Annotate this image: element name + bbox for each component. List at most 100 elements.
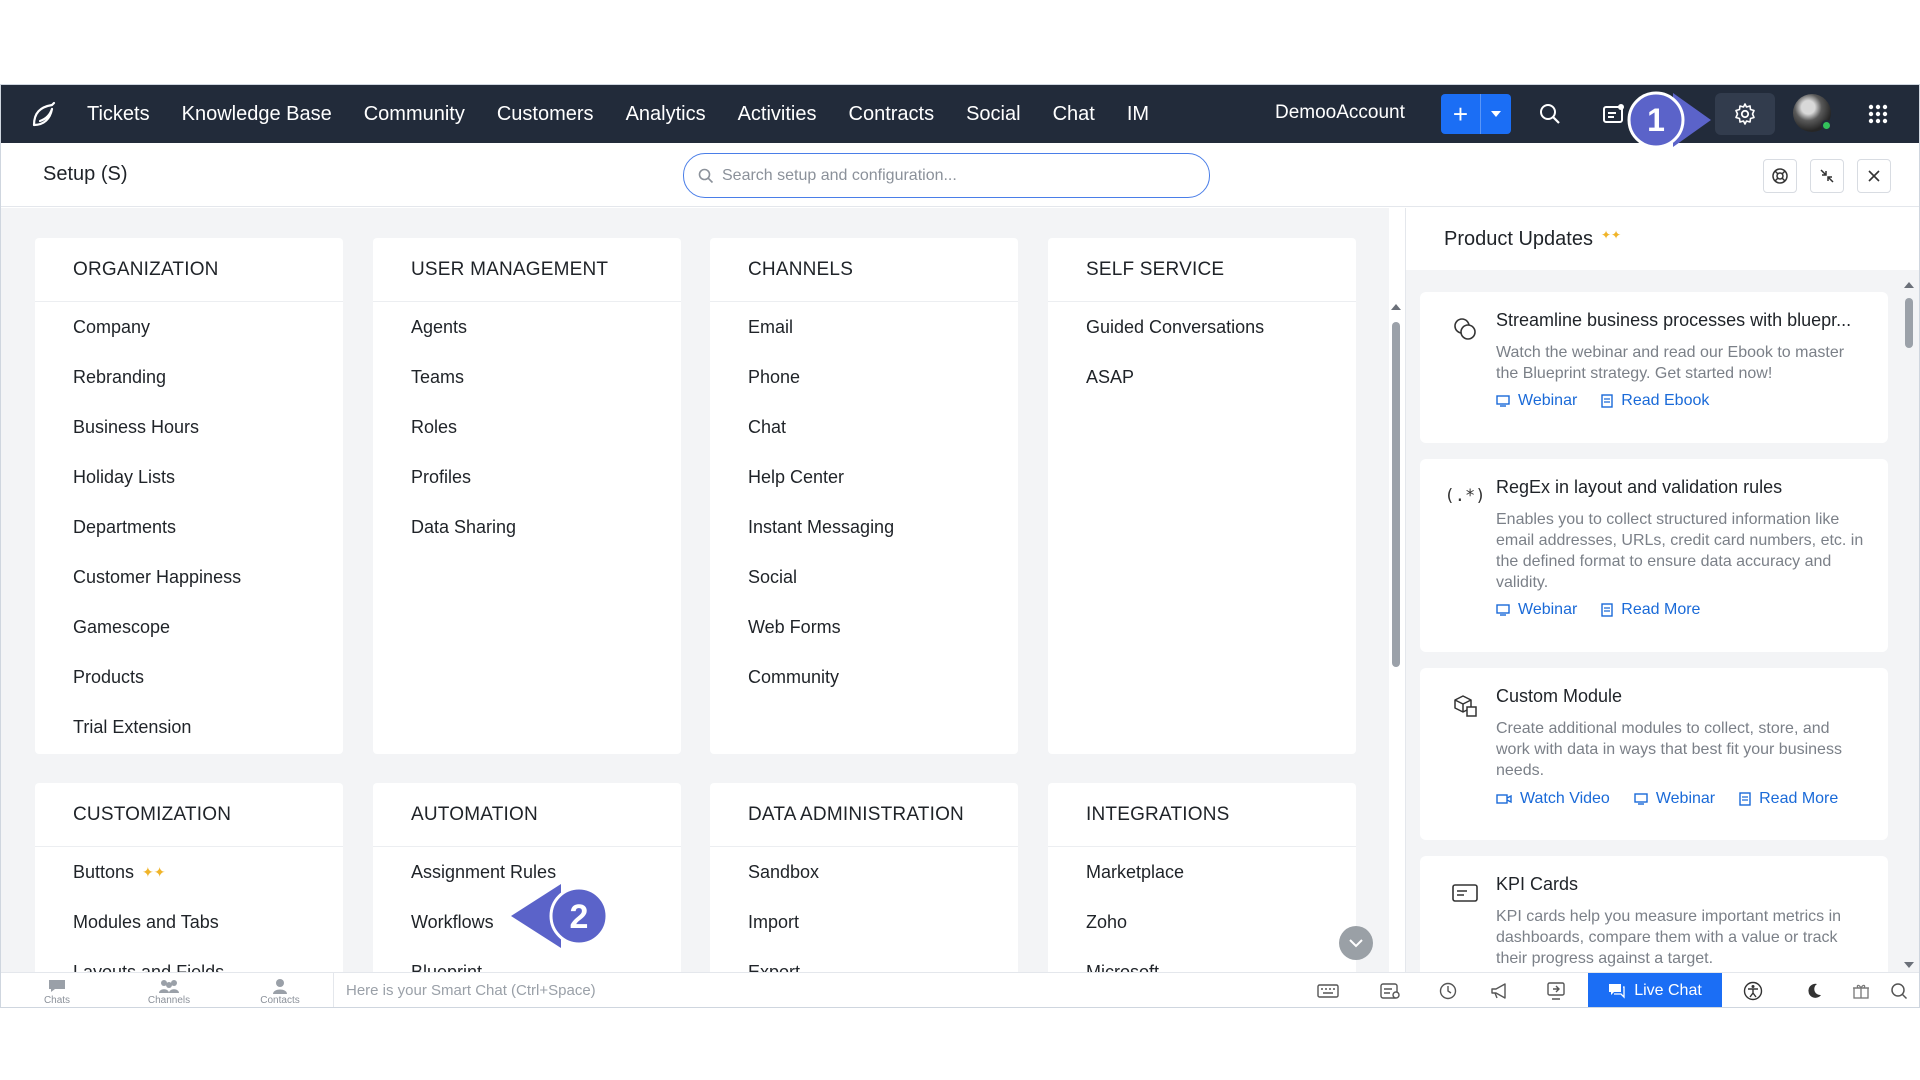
- setup-link-guided-conversations[interactable]: Guided Conversations: [1048, 312, 1356, 362]
- channels-label: Channels: [147, 995, 191, 1006]
- nav-social[interactable]: Social: [966, 103, 1020, 126]
- scroll-up-icon[interactable]: [1389, 302, 1403, 312]
- person-icon: [273, 979, 287, 994]
- section-title: SELF SERVICE: [1048, 238, 1356, 302]
- nav-im[interactable]: IM: [1127, 103, 1149, 126]
- setup-link-teams[interactable]: Teams: [373, 362, 681, 412]
- dark-mode-icon[interactable]: [1803, 981, 1825, 1001]
- setup-link-roles[interactable]: Roles: [373, 412, 681, 462]
- close-button[interactable]: [1857, 159, 1891, 193]
- nav-knowledge-base[interactable]: Knowledge Base: [182, 103, 332, 126]
- setup-link-sandbox[interactable]: Sandbox: [710, 857, 1018, 907]
- webinar-link[interactable]: Webinar: [1634, 790, 1715, 808]
- setup-search-input[interactable]: [722, 166, 1182, 185]
- setup-link-marketplace[interactable]: Marketplace: [1048, 857, 1356, 907]
- page-title: Setup (S): [43, 163, 128, 185]
- gift-icon[interactable]: [1850, 981, 1872, 1001]
- setup-link-buttons[interactable]: Buttons ✦✦: [35, 857, 343, 907]
- update-title: Custom Module: [1496, 686, 1623, 706]
- setup-link-profiles[interactable]: Profiles: [373, 462, 681, 512]
- minimize-button[interactable]: [1810, 159, 1844, 193]
- read-more-link[interactable]: Read More: [1739, 790, 1838, 808]
- setup-link-modules-and-tabs[interactable]: Modules and Tabs: [35, 907, 343, 957]
- clock-icon[interactable]: [1437, 981, 1459, 1001]
- help-button[interactable]: [1763, 159, 1797, 193]
- scroll-down-button[interactable]: [1339, 926, 1373, 960]
- chevron-down-icon: [1349, 938, 1363, 947]
- nav-analytics[interactable]: Analytics: [626, 103, 706, 126]
- update-description: Enables you to collect structured inform…: [1496, 511, 1864, 591]
- chevron-down-icon[interactable]: [1481, 94, 1511, 134]
- app-window: Tickets Knowledge Base Community Custome…: [0, 84, 1920, 1008]
- scroll-up-icon[interactable]: [1902, 280, 1916, 290]
- setup-link-email[interactable]: Email: [710, 312, 1018, 362]
- accessibility-icon[interactable]: [1742, 981, 1764, 1001]
- scrollbar-thumb[interactable]: [1392, 322, 1400, 667]
- setup-link-holiday-lists[interactable]: Holiday Lists: [35, 462, 343, 512]
- update-description: Create additional modules to collect, st…: [1496, 720, 1842, 779]
- setup-link-web-forms[interactable]: Web Forms: [710, 612, 1018, 662]
- setup-link-asap[interactable]: ASAP: [1048, 362, 1356, 412]
- megaphone-icon[interactable]: [1489, 981, 1511, 1001]
- search-icon[interactable]: [1536, 100, 1564, 128]
- nav-customers[interactable]: Customers: [497, 103, 594, 126]
- setup-link-social[interactable]: Social: [710, 562, 1018, 612]
- setup-link-company[interactable]: Company: [35, 312, 343, 362]
- notifications-icon[interactable]: [1600, 100, 1628, 128]
- desk-logo-icon[interactable]: [25, 95, 63, 133]
- link-label: Read More: [1621, 601, 1701, 618]
- update-links: Webinar Read Ebook: [1496, 392, 1709, 410]
- keyboard-icon[interactable]: [1317, 981, 1339, 1001]
- nav-activities[interactable]: Activities: [738, 103, 817, 126]
- webinar-link[interactable]: Webinar: [1496, 601, 1577, 619]
- setup-link-zoho[interactable]: Zoho: [1048, 907, 1356, 957]
- section-title: DATA ADMINISTRATION: [710, 783, 1018, 847]
- search-icon[interactable]: [1888, 981, 1910, 1001]
- chats-button[interactable]: Chats: [27, 977, 87, 1006]
- setup-link-rebranding[interactable]: Rebranding: [35, 362, 343, 412]
- contacts-button[interactable]: Contacts: [250, 977, 310, 1006]
- setup-link-products[interactable]: Products: [35, 662, 343, 712]
- read-more-link[interactable]: Read More: [1601, 601, 1700, 619]
- setup-link-customer-happiness[interactable]: Customer Happiness: [35, 562, 343, 612]
- setup-link-community[interactable]: Community: [710, 662, 1018, 712]
- setup-link-import[interactable]: Import: [710, 907, 1018, 957]
- setup-link-phone[interactable]: Phone: [710, 362, 1018, 412]
- step-1-marker: 1: [1627, 91, 1711, 149]
- read-ebook-link[interactable]: Read Ebook: [1601, 392, 1709, 410]
- channels-button[interactable]: Channels: [139, 977, 199, 1006]
- link-label: Read More: [1759, 790, 1839, 807]
- content-scrollbar[interactable]: [1389, 302, 1403, 1007]
- setup-link-help-center[interactable]: Help Center: [710, 462, 1018, 512]
- scrollbar-thumb[interactable]: [1905, 298, 1913, 348]
- nav-contracts[interactable]: Contracts: [849, 103, 935, 126]
- user-avatar[interactable]: [1793, 94, 1832, 132]
- watch-video-link[interactable]: Watch Video: [1496, 790, 1610, 808]
- smart-chat-input[interactable]: Here is your Smart Chat (Ctrl+Space): [333, 973, 1293, 1007]
- setup-link-gamescope[interactable]: Gamescope: [35, 612, 343, 662]
- scroll-down-icon[interactable]: [1902, 960, 1916, 970]
- account-switcher[interactable]: DemooAccount: [1275, 102, 1405, 124]
- document-icon: [1739, 792, 1751, 806]
- nav-community[interactable]: Community: [364, 103, 465, 126]
- updates-scrollbar[interactable]: [1902, 280, 1916, 970]
- setup-link-instant-messaging[interactable]: Instant Messaging: [710, 512, 1018, 562]
- notes-icon[interactable]: [1379, 981, 1401, 1001]
- setup-link-departments[interactable]: Departments: [35, 512, 343, 562]
- setup-search[interactable]: [683, 153, 1210, 198]
- nav-tickets[interactable]: Tickets: [87, 103, 150, 126]
- setup-link-agents[interactable]: Agents: [373, 312, 681, 362]
- webinar-link[interactable]: Webinar: [1496, 392, 1577, 410]
- setup-link-chat[interactable]: Chat: [710, 412, 1018, 462]
- setup-link-business-hours[interactable]: Business Hours: [35, 412, 343, 462]
- setup-gear-button[interactable]: [1715, 93, 1775, 135]
- setup-link-trial-extension[interactable]: Trial Extension: [35, 712, 343, 762]
- screen-share-icon[interactable]: [1545, 981, 1567, 1001]
- setup-link-data-sharing[interactable]: Data Sharing: [373, 512, 681, 562]
- product-updates-panel: Product Updates ✦✦ Streamline business pr…: [1405, 208, 1919, 974]
- nav-chat[interactable]: Chat: [1053, 103, 1095, 126]
- add-new-button[interactable]: +: [1441, 94, 1511, 134]
- apps-grid-icon[interactable]: [1864, 100, 1892, 128]
- live-chat-button[interactable]: Live Chat: [1588, 973, 1722, 1007]
- plus-icon[interactable]: +: [1441, 94, 1481, 134]
